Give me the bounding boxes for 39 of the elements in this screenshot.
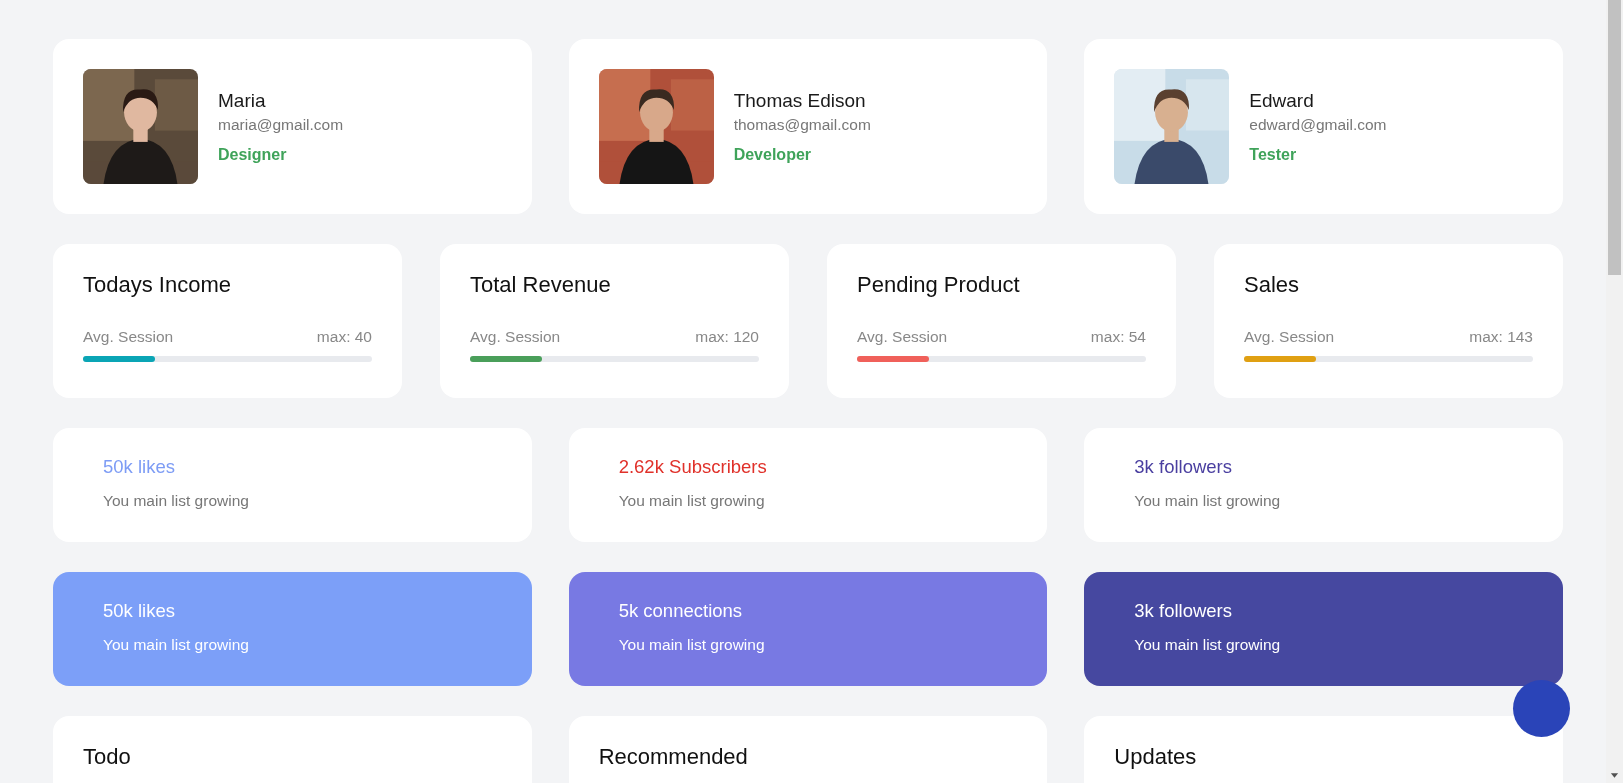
metric-value: 50k likes: [103, 456, 176, 478]
scrollbar[interactable]: [1606, 0, 1623, 783]
metric-value: 3k followers: [1134, 456, 1233, 478]
session-label: Avg. Session: [470, 328, 561, 346]
section-title: Recommended: [598, 744, 749, 770]
metric-caption: You main list growing: [618, 636, 766, 654]
stat-title: Total Revenue: [470, 272, 612, 298]
metric-value: 2.62k Subscribers: [618, 456, 768, 478]
person-role: Developer: [733, 145, 813, 164]
metric-value: 5k connections: [618, 600, 744, 622]
metric-value: 3k followers: [1134, 600, 1233, 622]
person-name: Edward: [1249, 89, 1315, 112]
stat-title: Sales: [1244, 272, 1301, 298]
person-role: Tester: [1249, 145, 1298, 164]
metric-caption: You main list growing: [1134, 636, 1282, 654]
section-title: Todo: [83, 744, 132, 770]
scrollbar-thumb[interactable]: [1608, 0, 1621, 275]
max-value: max: 54: [1090, 328, 1146, 346]
max-value: max: 143: [1469, 328, 1533, 346]
stat-title: Todays Income: [83, 272, 232, 298]
person-email: maria@gmail.com: [218, 115, 344, 134]
metric-caption: You main list growing: [103, 492, 250, 510]
metric-caption: You main list growing: [618, 492, 766, 510]
max-value: max: 40: [316, 328, 372, 346]
person-role: Designer: [218, 145, 288, 164]
max-value: max: 120: [695, 328, 759, 346]
person-name: Thomas Edison: [733, 89, 867, 112]
session-label: Avg. Session: [1244, 328, 1335, 346]
person-email: thomas@gmail.com: [733, 115, 871, 134]
scroll-down-icon[interactable]: [1610, 773, 1619, 779]
section-title: Updates: [1114, 744, 1198, 770]
session-label: Avg. Session: [83, 328, 174, 346]
stat-title: Pending Product: [857, 272, 1021, 298]
person-name: Maria: [218, 89, 267, 112]
metric-caption: You main list growing: [1134, 492, 1282, 510]
metric-value: 50k likes: [103, 600, 176, 622]
metric-caption: You main list growing: [103, 636, 250, 654]
session-label: Avg. Session: [857, 328, 948, 346]
person-email: edward@gmail.com: [1249, 115, 1387, 134]
